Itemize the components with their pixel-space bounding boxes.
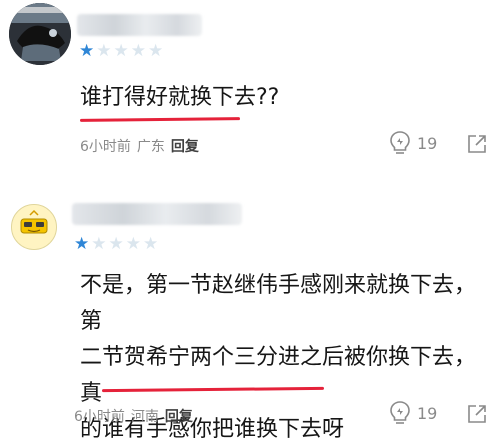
rating-stars: ★ ★ ★ ★ ★	[74, 236, 158, 253]
user-avatar[interactable]	[11, 204, 57, 250]
like-count: 19	[417, 403, 438, 423]
star-empty-icon: ★	[113, 41, 129, 61]
share-arrow-icon	[468, 135, 486, 153]
comment-time: 6小时前	[80, 139, 131, 155]
comment-item-2: ★ ★ ★ ★ ★ 不是，第一节赵继伟手感刚来就换下去，第 二节贺希宁两个三分进…	[0, 190, 500, 442]
reply-button[interactable]: 回复	[165, 406, 193, 426]
comment-text: 谁打得好就换下去??	[80, 85, 280, 110]
comment-location: 河南	[130, 409, 159, 425]
comment-location: 广东	[136, 139, 165, 155]
like-count: 19	[417, 133, 438, 153]
user-avatar[interactable]	[9, 3, 71, 65]
username-blurred[interactable]	[72, 203, 242, 225]
like-button[interactable]: 19	[389, 400, 437, 426]
share-button[interactable]	[467, 134, 487, 154]
star-empty-icon: ★	[108, 234, 124, 254]
star-empty-icon: ★	[130, 41, 146, 61]
avatar-image	[9, 3, 71, 65]
star-empty-icon: ★	[143, 234, 159, 254]
star-empty-icon: ★	[148, 41, 164, 61]
lightbulb-thumb-icon	[390, 401, 410, 424]
star-empty-icon: ★	[125, 234, 141, 254]
lightbulb-thumb-icon	[390, 131, 410, 154]
comment-text-line-1: 不是，第一节赵继伟手感刚来就换下去，第	[80, 273, 477, 334]
comment-item-1: ★ ★ ★ ★ ★ 谁打得好就换下去?? 6小时前 广东 回复 19	[0, 0, 500, 190]
star-filled-icon: ★	[74, 234, 90, 254]
star-filled-icon: ★	[79, 41, 95, 61]
share-arrow-icon	[468, 405, 486, 423]
reply-button[interactable]: 回复	[171, 136, 199, 156]
username-blurred[interactable]	[77, 14, 202, 36]
star-empty-icon: ★	[96, 41, 112, 61]
rating-stars: ★ ★ ★ ★ ★	[79, 43, 163, 60]
comment-meta: 6小时前 广东 回复	[80, 136, 199, 156]
comment-meta: 6小时前 河南 回复	[74, 406, 193, 426]
share-button[interactable]	[467, 404, 487, 424]
like-button[interactable]: 19	[389, 130, 437, 156]
red-underline	[79, 117, 241, 122]
comment-time: 6小时前	[74, 409, 125, 425]
star-empty-icon: ★	[91, 234, 107, 254]
avatar-image	[12, 205, 56, 249]
